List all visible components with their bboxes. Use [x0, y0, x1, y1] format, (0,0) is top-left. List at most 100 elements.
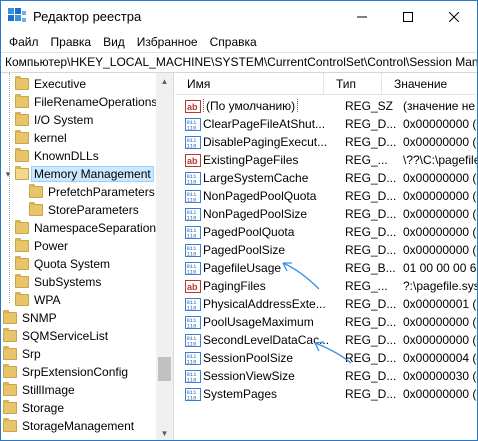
tree-item[interactable]: Storage — [3, 399, 64, 417]
svg-text:110: 110 — [187, 196, 197, 203]
value-data: 0x00000000 (0) — [403, 243, 477, 257]
tree-item[interactable]: ▾ Memory Management — [3, 165, 154, 183]
value-row[interactable]: 011 110 PagefileUsage REG_B... 01 00 00 00 6… — [175, 259, 477, 277]
column-header: Имя Тип Значение — [175, 73, 477, 95]
value-name: NonPagedPoolQuota — [203, 189, 340, 203]
value-row[interactable]: 011 110 PhysicalAddressExte... REG_D... 0x00… — [175, 295, 477, 313]
scrollbar-thumb[interactable] — [158, 357, 171, 381]
value-name-text: PagefileUsage — [203, 261, 282, 275]
binary-value-icon: 011 110 — [185, 369, 201, 383]
value-row[interactable]: 011 110 NonPagedPoolSize REG_D... 0x00000000… — [175, 205, 477, 223]
tree-item[interactable]: SrpExtensionConfig — [3, 363, 128, 381]
value-name: DisablePagingExecut... — [203, 135, 340, 149]
folder-icon — [3, 310, 17, 324]
value-type: REG_D... — [345, 135, 397, 149]
menu-file[interactable]: Файл — [3, 32, 45, 52]
tree-item[interactable]: SQMServiceList — [3, 327, 108, 345]
tree-item[interactable]: FileRenameOperations — [15, 93, 157, 111]
tree-item[interactable]: PrefetchParameters — [29, 183, 155, 201]
tree-item[interactable]: NamespaceSeparation — [15, 219, 156, 237]
close-button[interactable] — [431, 1, 477, 32]
value-name-text: PagedPoolQuota — [203, 225, 295, 239]
value-row[interactable]: 011 110 DisablePagingExecut... REG_D... 0x00… — [175, 133, 477, 151]
svg-text:110: 110 — [187, 232, 197, 239]
binary-value-icon: 011 110 — [185, 261, 201, 275]
value-type: REG_D... — [345, 171, 397, 185]
value-row[interactable]: 011 110 SecondLevelDataCac... REG_D... 0x000… — [175, 331, 477, 349]
svg-text:110: 110 — [187, 250, 197, 257]
value-data: \??\C:\pagefile.sys — [403, 153, 477, 167]
values-pane: Имя Тип Значение ab (По умолчанию) REG_SZ (… — [175, 73, 477, 440]
tree-item[interactable]: WPA — [15, 291, 60, 309]
value-row[interactable]: 011 110 ClearPageFileAtShut... REG_D... 0x00… — [175, 115, 477, 133]
value-data: 0x00000000 (0) — [403, 135, 477, 149]
value-name-text: SessionViewSize — [203, 369, 295, 383]
registry-editor-icon — [8, 8, 26, 22]
tree-item[interactable]: Quota System — [15, 255, 110, 273]
value-row[interactable]: ab PagingFiles REG_... ?:\pagefile.sys — [175, 277, 477, 295]
tree-item-label: SQMServiceList — [22, 329, 109, 343]
title-bar[interactable]: Редактор реестра — [1, 1, 477, 32]
value-row[interactable]: 011 110 SessionViewSize REG_D... 0x00000030 … — [175, 367, 477, 385]
value-row[interactable]: 011 110 NonPagedPoolQuota REG_D... 0x0000000… — [175, 187, 477, 205]
tree-item[interactable]: kernel — [15, 129, 67, 147]
tree-item[interactable]: Srp — [3, 345, 41, 363]
tree-item[interactable]: KnownDLLs — [15, 147, 99, 165]
value-name: PagingFiles — [203, 279, 340, 293]
value-name-text: SystemPages — [203, 387, 278, 401]
collapse-chevron-icon[interactable]: ▾ — [3, 169, 13, 180]
scroll-up-icon[interactable]: ▲ — [156, 73, 173, 90]
minimize-icon — [357, 16, 367, 17]
value-row[interactable]: 011 110 PagedPoolQuota REG_D... 0x00000000 (… — [175, 223, 477, 241]
svg-text:110: 110 — [187, 178, 197, 185]
folder-icon — [3, 382, 17, 396]
value-data: 0x00000000 (0) — [403, 117, 477, 131]
menu-view[interactable]: Вид — [97, 32, 131, 52]
value-row[interactable]: 011110SystemPages REG_D... 0x00000000 (0) — [175, 385, 477, 403]
value-name: LargeSystemCache — [203, 171, 340, 185]
tree-item-label: PrefetchParameters — [48, 185, 155, 199]
tree-item[interactable]: StillImage — [3, 381, 75, 399]
tree-item[interactable]: SubSystems — [15, 273, 101, 291]
value-row[interactable]: ab (По умолчанию) REG_SZ (значение не при — [175, 97, 477, 115]
menu-help[interactable]: Справка — [204, 32, 263, 52]
folder-icon — [3, 364, 17, 378]
address-bar[interactable]: Компьютер\HKEY_LOCAL_MACHINE\SYSTEM\Curr… — [1, 52, 477, 73]
tree-item[interactable]: StorageManagement — [3, 417, 134, 435]
column-name-header[interactable]: Имя — [175, 73, 324, 95]
menu-favorites[interactable]: Избранное — [131, 32, 204, 52]
menu-edit[interactable]: Правка — [45, 32, 98, 52]
value-name-text: PoolUsageMaximum — [203, 315, 314, 329]
tree-item[interactable]: StoreParameters — [29, 201, 139, 219]
tree-item[interactable]: I/O System — [15, 111, 93, 129]
value-data: ?:\pagefile.sys — [403, 279, 477, 293]
column-type-header[interactable]: Тип — [324, 73, 382, 95]
scroll-down-icon[interactable]: ▼ — [156, 425, 173, 440]
binary-value-icon: 011 110 — [185, 135, 201, 149]
value-row[interactable]: ab ExistingPageFiles REG_... \??\C:\pagefil… — [175, 151, 477, 169]
maximize-icon — [403, 11, 413, 22]
value-name: PagedPoolSize — [203, 243, 340, 257]
value-data: 0x00000004 (4) — [403, 351, 477, 365]
tree-item-label: Power — [34, 239, 69, 253]
tree-item-label: FileRenameOperations — [34, 95, 158, 109]
tree-item-label: StorageManagement — [22, 419, 135, 433]
tree-item[interactable]: Executive — [15, 75, 86, 93]
minimize-button[interactable] — [339, 1, 385, 32]
value-row[interactable]: 011110PagedPoolSize REG_D... 0x00000000 (0… — [175, 241, 477, 259]
value-data: (значение не при — [403, 99, 477, 113]
value-type: REG_D... — [345, 225, 397, 239]
value-row[interactable]: 011 110 PoolUsageMaximum REG_D... 0x00000000… — [175, 313, 477, 331]
value-name-text: PhysicalAddressExte... — [203, 297, 326, 311]
value-row[interactable]: 011 110 LargeSystemCache REG_D... 0x00000000… — [175, 169, 477, 187]
string-value-icon: ab — [185, 153, 201, 167]
value-row[interactable]: 011 110 SessionPoolSize REG_D... 0x00000004 … — [175, 349, 477, 367]
value-name-text: PagedPoolSize — [203, 243, 286, 257]
tree-item[interactable]: Power — [15, 237, 68, 255]
tree-item-label: StoreParameters — [48, 203, 139, 217]
value-type: REG_D... — [345, 351, 397, 365]
tree-item[interactable]: SNMP — [3, 309, 57, 327]
tree-scrollbar[interactable]: ▲ ▼ — [156, 73, 173, 440]
maximize-button[interactable] — [385, 1, 431, 32]
column-data-header[interactable]: Значение — [382, 73, 477, 95]
